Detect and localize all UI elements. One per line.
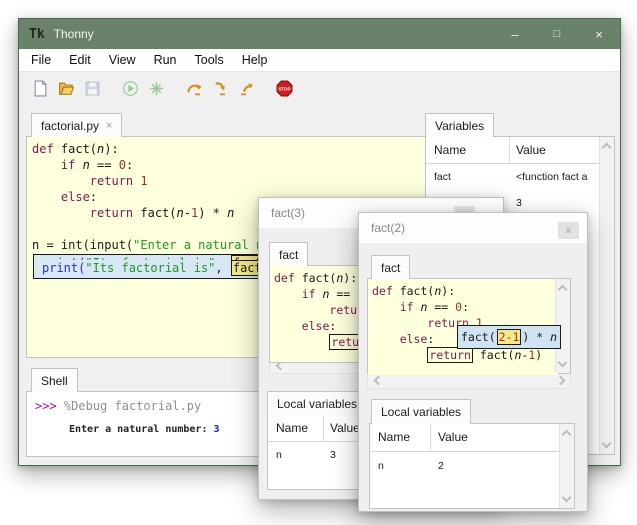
menu-item-view[interactable]: View <box>100 51 145 69</box>
desktop: Tk Thonny – □ × File Edit View Run Tools… <box>0 0 637 525</box>
menubar: File Edit View Run Tools Help <box>19 49 620 71</box>
local-col-name[interactable]: Name <box>276 421 308 435</box>
scroll-down-icon[interactable] <box>561 494 571 504</box>
close-button[interactable]: × <box>578 19 620 49</box>
shell-stdout: Enter a natural number: <box>69 424 214 435</box>
menu-item-edit[interactable]: Edit <box>60 51 100 69</box>
maximize-button[interactable]: □ <box>536 19 578 49</box>
local-row-name[interactable]: n <box>378 460 426 472</box>
local-variables-tab[interactable]: Local variables <box>371 399 471 424</box>
menu-item-help[interactable]: Help <box>233 51 277 69</box>
stop-icon[interactable]: STOP <box>275 79 294 98</box>
scroll-up-icon[interactable] <box>601 141 611 151</box>
local-variables-scrollbar[interactable] <box>559 424 574 508</box>
local-variables-tab[interactable]: Local variables <box>267 391 367 416</box>
step-into-icon[interactable] <box>211 79 230 98</box>
column-divider[interactable] <box>509 137 510 163</box>
variable-row-value[interactable]: 3 <box>516 197 599 209</box>
local-variables-tab-label: Local variables <box>277 397 357 411</box>
local-col-name[interactable]: Name <box>378 430 410 444</box>
editor-tab-label: factorial.py <box>41 119 99 133</box>
variables-scrollbar[interactable] <box>599 137 614 454</box>
close-button[interactable]: x <box>558 222 579 239</box>
function-tab-label: fact <box>279 248 298 262</box>
local-row-name[interactable]: n <box>276 449 320 461</box>
step-over-icon[interactable] <box>185 79 204 98</box>
local-col-value[interactable]: Value <box>330 421 360 435</box>
new-file-icon[interactable] <box>31 79 50 98</box>
window-controls: – □ × <box>494 19 620 49</box>
scroll-up-icon[interactable] <box>561 428 571 438</box>
shell-prompt: >>> <box>35 399 57 413</box>
debug-script-icon[interactable] <box>147 79 166 98</box>
header-underline <box>370 451 560 452</box>
editor-tab-factorial[interactable]: factorial.py × <box>31 113 122 137</box>
active-statement-code: print("Its factorial is", fact(3)) <box>42 260 294 276</box>
minimize-button[interactable]: – <box>494 19 536 49</box>
local-variables-tab-label: Local variables <box>381 405 461 419</box>
variables-tab-label: Variables <box>435 119 484 133</box>
open-file-icon[interactable] <box>57 79 76 98</box>
shell-stdin-echo: 3 <box>214 424 220 435</box>
header-underline <box>426 163 600 164</box>
titlebar[interactable]: Tk Thonny – □ × <box>19 19 620 49</box>
scroll-up-icon[interactable] <box>557 283 567 293</box>
dialog-title: fact(3) <box>271 206 305 220</box>
variables-tab[interactable]: Variables <box>425 113 494 137</box>
column-divider[interactable] <box>323 416 324 441</box>
scroll-left-icon[interactable] <box>371 375 381 385</box>
tab-close-icon[interactable]: × <box>106 120 112 132</box>
scroll-down-icon[interactable] <box>557 359 567 369</box>
scroll-right-icon[interactable] <box>557 375 567 385</box>
shell-command: %Debug factorial.py <box>64 399 201 413</box>
menu-item-tools[interactable]: Tools <box>186 51 233 69</box>
variable-row-name[interactable]: fact <box>434 171 504 183</box>
variables-col-value[interactable]: Value <box>516 143 546 157</box>
local-col-value[interactable]: Value <box>438 430 468 444</box>
variable-row-value[interactable]: <function fact a <box>516 171 599 183</box>
window-title: Thonny <box>54 27 94 41</box>
evaluated-expression-box: fact(2-1) * n <box>457 325 561 349</box>
menu-item-file[interactable]: File <box>22 51 60 69</box>
function-tab-fact[interactable]: fact <box>371 255 410 279</box>
function-tab-fact[interactable]: fact <box>269 242 308 266</box>
scroll-down-icon[interactable] <box>601 440 611 450</box>
function-tab-label: fact <box>381 261 400 275</box>
shell-tab[interactable]: Shell <box>31 368 78 392</box>
local-row-value[interactable]: 2 <box>438 460 518 472</box>
svg-text:STOP: STOP <box>278 87 290 92</box>
local-variables-table: Name Value n 2 <box>369 423 575 509</box>
menu-item-run[interactable]: Run <box>145 51 186 69</box>
shell-tab-label: Shell <box>41 374 68 388</box>
thonny-logo-icon: Tk <box>29 27 45 42</box>
save-file-icon[interactable] <box>83 79 102 98</box>
debug-frame-window-fact2: fact(2) x fact def fact(n): if n == 0: r… <box>358 212 588 512</box>
dialog-title: fact(2) <box>371 221 405 235</box>
step-out-icon[interactable] <box>237 79 256 98</box>
toolbar: STOP <box>19 71 620 105</box>
variables-col-name[interactable]: Name <box>434 143 466 157</box>
column-divider[interactable] <box>430 424 431 451</box>
run-script-icon[interactable] <box>121 79 140 98</box>
evaluated-expression: fact(2-1) * n <box>461 330 557 344</box>
dialog-titlebar[interactable]: fact(2) x <box>359 213 587 243</box>
